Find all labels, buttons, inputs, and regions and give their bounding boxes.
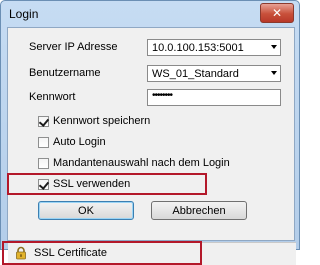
username-label: Benutzername xyxy=(29,67,101,79)
close-button[interactable]: ✕ xyxy=(260,3,294,23)
checkmark-icon xyxy=(38,116,50,127)
login-window: Login ✕ Server IP Adresse 10.0.100.153:5… xyxy=(0,0,300,265)
use-ssl-checkbox[interactable] xyxy=(38,179,50,190)
ssl-certificate-highlight-box xyxy=(2,241,202,265)
password-field[interactable]: •••••••• xyxy=(147,89,281,106)
auto-login-checkbox[interactable] xyxy=(38,137,49,148)
close-icon: ✕ xyxy=(271,6,283,20)
client-selection-checkbox[interactable] xyxy=(38,158,49,169)
save-password-checkbox[interactable] xyxy=(38,116,50,127)
password-value: •••••••• xyxy=(152,90,173,101)
title-bar[interactable]: Login ✕ xyxy=(1,1,299,27)
ok-button[interactable]: OK xyxy=(38,201,134,220)
checkmark-icon xyxy=(38,179,50,190)
username-select[interactable]: WS_01_Standard xyxy=(147,65,281,82)
auto-login-label[interactable]: Auto Login xyxy=(53,136,106,148)
use-ssl-label[interactable]: SSL verwenden xyxy=(53,178,130,190)
chevron-down-icon xyxy=(271,45,277,49)
server-value: 10.0.100.153:5001 xyxy=(152,42,244,54)
cancel-button[interactable]: Abbrechen xyxy=(151,201,247,220)
dialog-body: Server IP Adresse 10.0.100.153:5001 Benu… xyxy=(2,27,296,265)
server-label: Server IP Adresse xyxy=(29,41,118,53)
server-select[interactable]: 10.0.100.153:5001 xyxy=(147,39,281,56)
save-password-label[interactable]: Kennwort speichern xyxy=(53,115,150,127)
chevron-down-icon xyxy=(271,71,277,75)
username-value: WS_01_Standard xyxy=(152,68,239,80)
password-label: Kennwort xyxy=(29,91,76,103)
client-selection-label[interactable]: Mandantenauswahl nach dem Login xyxy=(53,157,230,169)
window-title: Login xyxy=(9,7,39,21)
